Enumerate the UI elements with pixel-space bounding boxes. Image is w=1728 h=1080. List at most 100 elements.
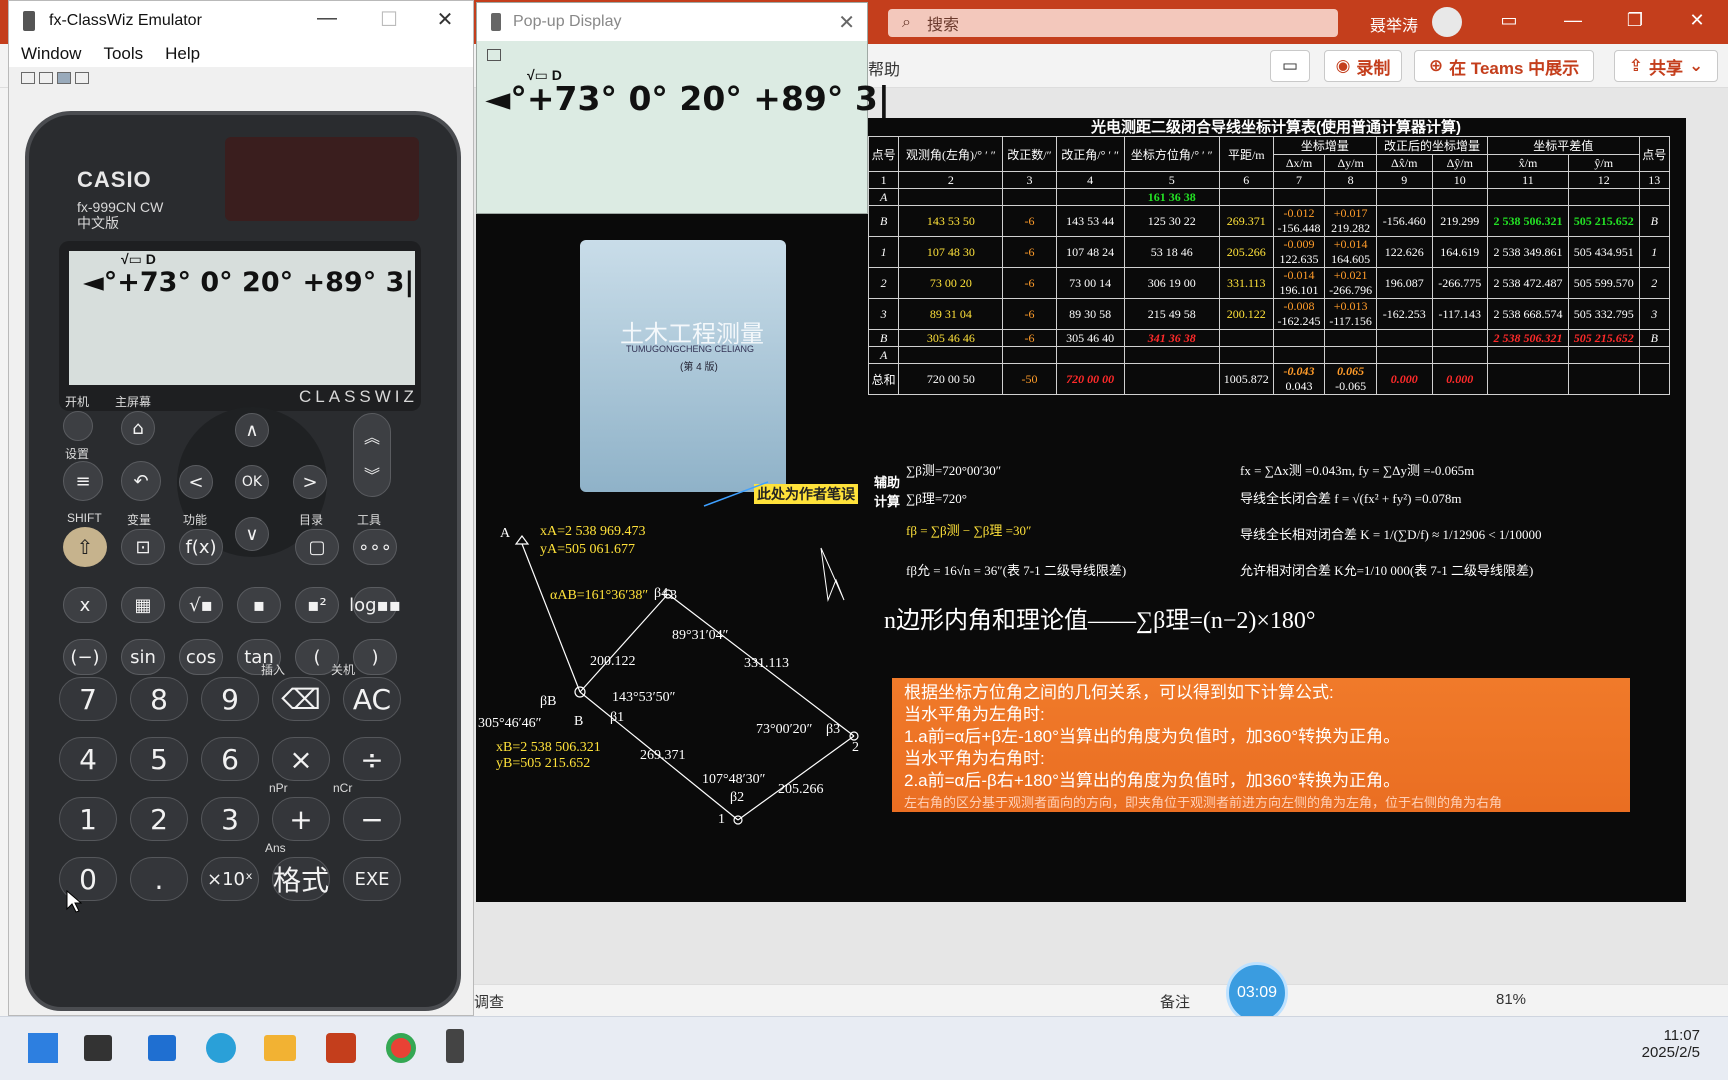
key-4[interactable]: 4 <box>59 737 117 781</box>
popup-title: Pop-up Display <box>513 13 622 30</box>
ac-button[interactable]: AC <box>343 677 401 721</box>
emulator-titlebar[interactable]: fx-ClassWiz Emulator — ☐ ✕ <box>9 1 473 41</box>
capture-icon[interactable] <box>487 49 501 61</box>
table-cell: -266.775 <box>1431 267 1489 299</box>
powerpoint-icon[interactable] <box>326 1033 356 1063</box>
multiply-button[interactable]: × <box>272 737 330 781</box>
taskview-icon[interactable] <box>84 1035 112 1061</box>
function-button[interactable]: f(x) <box>179 529 223 565</box>
menu-tools[interactable]: Tools <box>103 44 143 64</box>
square-button[interactable]: ▪ <box>237 587 281 623</box>
table-cell <box>1324 329 1377 347</box>
table-cell: -162.253 <box>1375 298 1433 330</box>
avatar[interactable] <box>1432 7 1462 37</box>
key-5[interactable]: 5 <box>130 737 188 781</box>
edge-icon[interactable] <box>206 1033 236 1063</box>
key-1[interactable]: 1 <box>59 797 117 841</box>
capture-icon[interactable] <box>21 72 35 84</box>
sin-button[interactable]: sin <box>121 639 165 675</box>
maximize-icon[interactable]: ☐ <box>369 7 409 32</box>
ribbon-help-tab[interactable]: 帮助 <box>868 56 900 80</box>
sqrt-button[interactable]: √▪ <box>179 587 223 623</box>
key-9[interactable]: 9 <box>201 677 259 721</box>
key-7[interactable]: 7 <box>59 677 117 721</box>
log-button[interactable]: log▪▪ <box>349 587 401 623</box>
explain-line: 根据坐标方位角之间的几何关系，可以得到如下计算公式: <box>904 683 1334 702</box>
comments-button[interactable]: ▭ <box>1270 50 1310 82</box>
window-icon[interactable] <box>39 72 53 84</box>
aux-line: fx = ∑Δx测 =0.043m, fy = ∑Δy测 =-0.065m <box>1240 463 1475 478</box>
popup-icon[interactable] <box>57 72 71 84</box>
format-button[interactable]: 格式 <box>272 857 330 901</box>
shift-button[interactable]: ⇧ <box>63 527 107 567</box>
cos-button[interactable]: cos <box>179 639 223 675</box>
calculator-app-icon[interactable] <box>446 1029 464 1063</box>
user-name[interactable]: 聂举涛 <box>1370 12 1418 36</box>
negative-button[interactable]: (−) <box>63 639 107 675</box>
right-arrow-button[interactable]: > <box>293 465 327 499</box>
close-icon[interactable]: ✕ <box>838 10 855 35</box>
share-button[interactable]: ⇪ 共享 ⌄ <box>1614 50 1718 82</box>
divide-button[interactable]: ÷ <box>343 737 401 781</box>
ok-button[interactable]: OK <box>235 465 269 499</box>
down-arrow-button[interactable]: ∨ <box>235 517 269 551</box>
taskbar: 11:07 2025/2/5 <box>0 1016 1728 1080</box>
minus-button[interactable]: − <box>343 797 401 841</box>
status-left[interactable]: 调查 <box>474 991 504 1012</box>
delete-button[interactable]: ⌫ <box>272 677 330 721</box>
left-arrow-button[interactable]: < <box>179 465 213 499</box>
minimize-icon[interactable]: — <box>307 7 347 30</box>
ribbon-display-icon[interactable]: ▭ <box>1494 10 1524 31</box>
table-cell: 305 46 46 <box>898 329 1004 347</box>
widgets-icon[interactable] <box>148 1035 176 1061</box>
chrome-icon[interactable] <box>386 1033 416 1063</box>
key-3[interactable]: 3 <box>201 797 259 841</box>
table-cell: 53 18 46 <box>1123 236 1220 268</box>
table-cell <box>1638 363 1671 395</box>
plus-button[interactable]: + <box>272 797 330 841</box>
scroll-button[interactable]: ︽ ︾ <box>353 413 391 497</box>
back-button[interactable]: ↶ <box>121 461 161 501</box>
home-button[interactable]: ⌂ <box>121 411 155 445</box>
settings-button[interactable]: ≡ <box>63 461 103 501</box>
start-icon[interactable] <box>28 1033 58 1063</box>
table-cell: 2 <box>867 267 900 299</box>
catalog-button[interactable]: ▢ <box>295 529 339 565</box>
distance-label: 331.113 <box>744 656 789 671</box>
fraction-button[interactable]: ▦ <box>121 587 165 623</box>
key-2[interactable]: 2 <box>130 797 188 841</box>
clock-time: 11:07 <box>1663 1027 1700 1044</box>
record-button[interactable]: ◉ 录制 <box>1324 50 1402 82</box>
power-button-x[interactable]: ▪² <box>295 587 339 623</box>
screen-icon[interactable] <box>75 72 89 84</box>
decimal-button[interactable]: . <box>130 857 188 901</box>
close-paren-button[interactable]: ) <box>353 639 397 675</box>
popup-titlebar[interactable]: Pop-up Display <box>477 3 867 41</box>
teams-present-button[interactable]: ⊕ 在 Teams 中展示 <box>1414 50 1594 82</box>
notes-button[interactable]: 备注 <box>1160 991 1190 1012</box>
clock[interactable]: 11:07 2025/2/5 <box>1590 1027 1700 1061</box>
zoom-level[interactable]: 81% <box>1496 991 1526 1008</box>
menu-help[interactable]: Help <box>165 44 200 64</box>
menu-window[interactable]: Window <box>21 44 81 64</box>
restore-icon[interactable]: ❐ <box>1620 10 1650 31</box>
power-button[interactable] <box>63 411 93 441</box>
variable-button[interactable]: ⊡ <box>121 529 165 565</box>
minimize-icon[interactable]: — <box>1558 10 1588 31</box>
file-explorer-icon[interactable] <box>264 1035 296 1061</box>
x-variable-button[interactable]: x <box>63 587 107 623</box>
timer-badge[interactable]: 03:09 <box>1226 962 1288 1024</box>
up-arrow-button[interactable]: ∧ <box>235 413 269 447</box>
exp-button[interactable]: ×10ˣ <box>201 857 259 901</box>
close-icon[interactable]: ✕ <box>425 7 465 32</box>
table-cell <box>1431 346 1489 364</box>
key-8[interactable]: 8 <box>130 677 188 721</box>
beta-label: β3 <box>826 722 841 737</box>
angle-label: 305°46′46″ <box>478 716 542 731</box>
tools-button[interactable]: ∘∘∘ <box>353 529 397 565</box>
close-icon[interactable]: ✕ <box>1682 10 1712 31</box>
coord-label: yB=505 215.652 <box>496 756 591 771</box>
exe-button[interactable]: EXE <box>343 857 401 901</box>
key-6[interactable]: 6 <box>201 737 259 781</box>
search-box[interactable]: ⌕ 搜索 <box>888 9 1338 37</box>
